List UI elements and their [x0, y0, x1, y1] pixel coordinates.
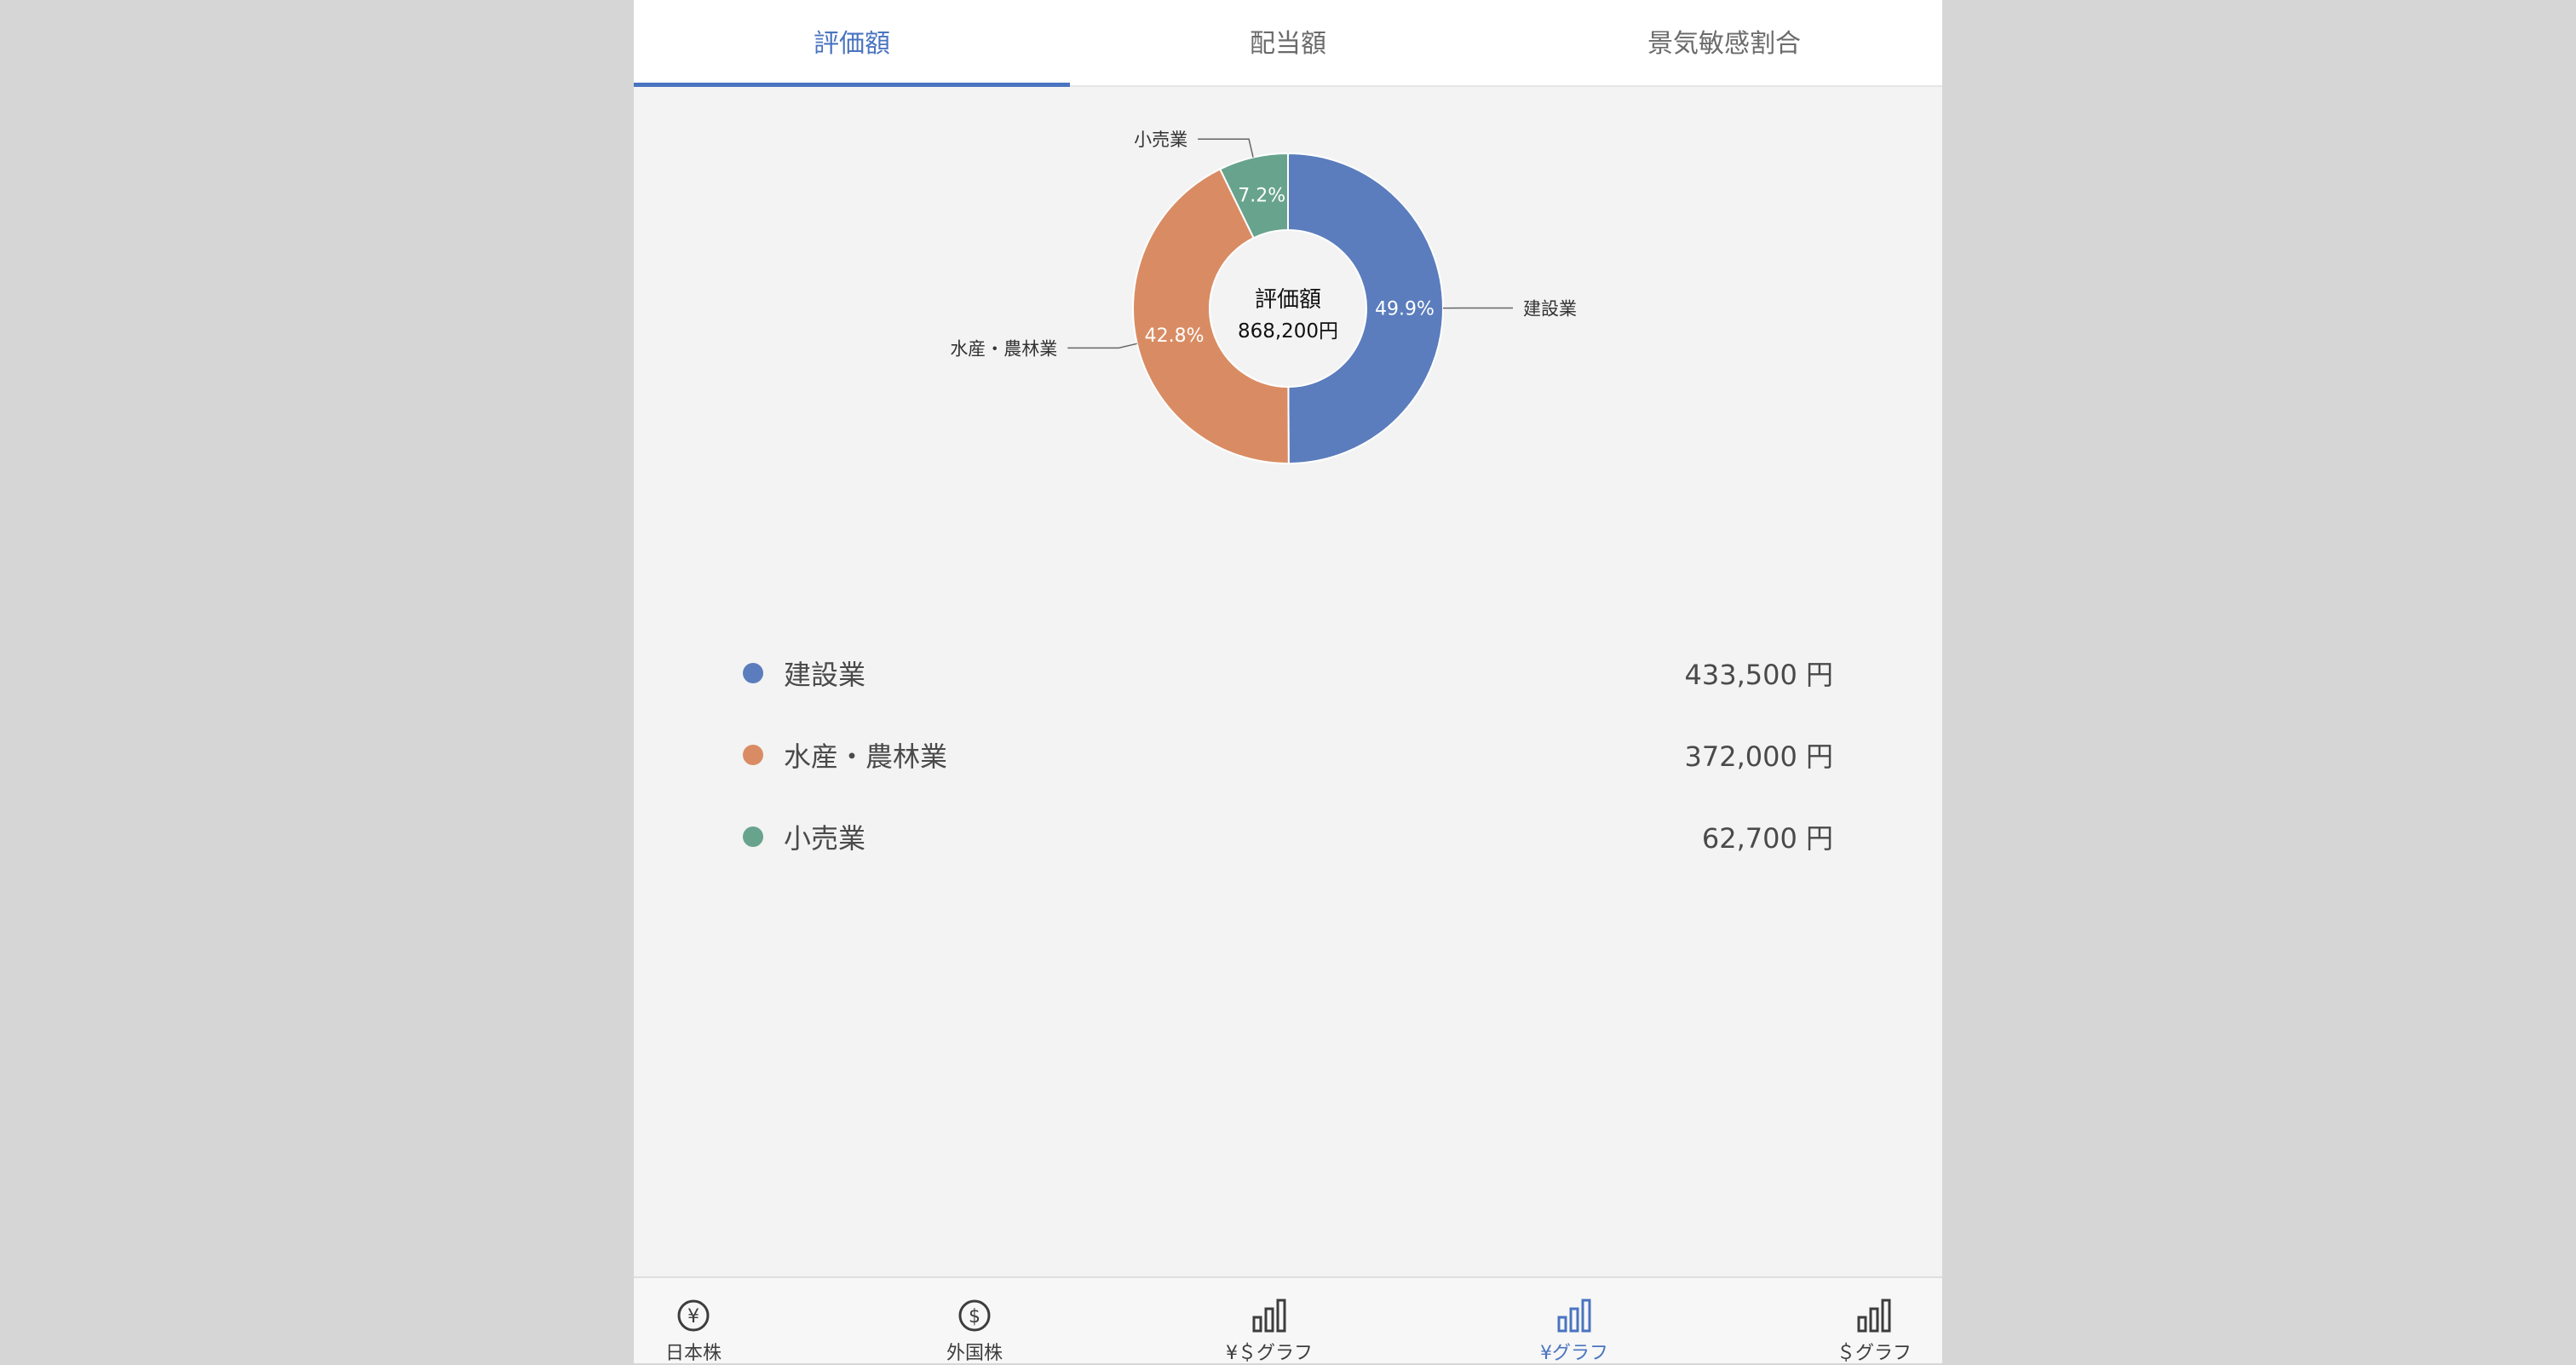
slice-outer-label: 水産・農林業	[950, 338, 1057, 359]
tab-valuation[interactable]: 評価額	[634, 0, 1070, 85]
tab-bar: 評価額 配当額 景気敏感割合	[634, 0, 1942, 87]
nav-label: ＄グラフ	[1789, 1338, 1959, 1365]
list-item: 建設業 433,500 円	[743, 632, 1833, 714]
nav-label: ¥＄グラフ	[1184, 1338, 1354, 1365]
list-item: 水産・農林業 372,000 円	[743, 714, 1833, 796]
nav-label: 日本株	[608, 1338, 779, 1365]
bottom-nav: ¥ 日本株 $ 外国株 ¥＄グラフ ¥グラフ	[634, 1276, 1942, 1363]
bar-chart-icon	[1855, 1297, 1893, 1334]
bar-chart-icon	[1555, 1297, 1593, 1334]
center-title: 評価額	[1255, 287, 1321, 313]
legend-dot	[743, 826, 763, 847]
legend-dot	[743, 745, 763, 765]
slice-percent-label: 42.8%	[1145, 325, 1205, 347]
legend-name: 建設業	[784, 654, 865, 693]
legend-list: 建設業 433,500 円 水産・農林業 372,000 円 小売業 62,70…	[743, 632, 1833, 878]
center-value: 868,200円	[1238, 320, 1338, 343]
dollar-circle-icon: $	[956, 1297, 993, 1334]
nav-yen-dollar-graph[interactable]: ¥＄グラフ	[1184, 1297, 1354, 1365]
slice-outer-label: 小売業	[1134, 130, 1187, 150]
leader-line	[1198, 139, 1253, 157]
donut-chart: 49.9% 建設業 42.8% 水産・農林業 7.2% 小売業評価額 868,200円	[634, 85, 1942, 562]
svg-text:$: $	[969, 1306, 980, 1328]
legend-value: 433,500 円	[1684, 654, 1833, 693]
legend-value: 62,700 円	[1702, 817, 1833, 856]
nav-label: 外国株	[889, 1338, 1060, 1365]
legend-name: 小売業	[784, 817, 865, 856]
leader-line	[1067, 343, 1136, 348]
legend-value: 372,000 円	[1684, 735, 1833, 775]
nav-dollar-graph[interactable]: ＄グラフ	[1789, 1297, 1959, 1365]
nav-foreign-stocks[interactable]: $ 外国株	[889, 1297, 1060, 1365]
slice-percent-label: 7.2%	[1238, 186, 1285, 207]
tab-cyclical-ratio[interactable]: 景気敏感割合	[1506, 0, 1942, 85]
nav-label: ¥グラフ	[1489, 1338, 1659, 1365]
slice-outer-label: 建設業	[1523, 299, 1577, 320]
svg-text:¥: ¥	[687, 1306, 699, 1328]
bar-chart-icon	[1251, 1297, 1288, 1334]
nav-yen-graph[interactable]: ¥グラフ	[1489, 1297, 1659, 1365]
nav-japan-stocks[interactable]: ¥ 日本株	[608, 1297, 779, 1365]
yen-circle-icon: ¥	[675, 1297, 712, 1334]
list-item: 小売業 62,700 円	[743, 796, 1833, 878]
app-screen: 評価額 配当額 景気敏感割合 49.9% 建設業 42.8% 水産・農林業 7.2% 小売…	[634, 0, 1942, 1362]
tab-dividend[interactable]: 配当額	[1070, 0, 1506, 85]
legend-name: 水産・農林業	[784, 735, 947, 775]
legend-dot	[743, 663, 763, 683]
donut-chart-svg: 49.9% 建設業 42.8% 水産・農林業 7.2% 小売業評価額 868,200円	[634, 85, 1942, 562]
slice-percent-label: 49.9%	[1375, 299, 1435, 320]
